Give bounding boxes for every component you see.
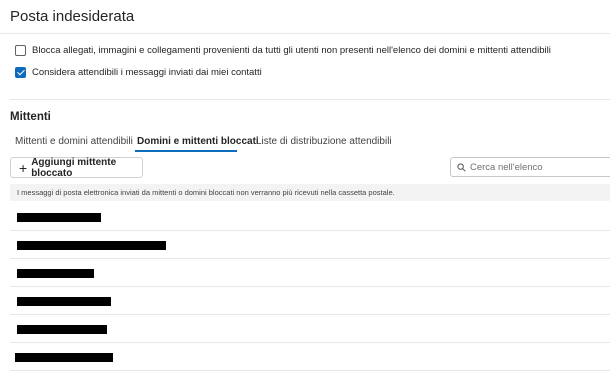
search-input[interactable]: Cerca nell'elenco — [450, 157, 610, 177]
search-placeholder: Cerca nell'elenco — [470, 161, 543, 173]
redacted-entry — [17, 297, 111, 306]
senders-heading: Mittenti — [10, 111, 51, 123]
redacted-entry — [17, 241, 166, 250]
list-item[interactable] — [10, 287, 610, 315]
list-item[interactable] — [10, 259, 610, 287]
redacted-entry — [15, 353, 113, 362]
redacted-entry — [17, 325, 107, 334]
search-icon — [457, 162, 466, 172]
divider — [10, 99, 610, 100]
list-item[interactable] — [10, 203, 610, 231]
list-item[interactable] — [10, 231, 610, 259]
redacted-entry — [17, 213, 101, 222]
tab-trusted-senders[interactable]: Mittenti e domini attendibili — [15, 136, 133, 147]
list-item[interactable] — [10, 315, 610, 343]
list-item[interactable] — [10, 343, 610, 371]
trust-contacts-label: Considera attendibili i messaggi inviati… — [32, 67, 262, 78]
info-text: I messaggi di posta elettronica inviati … — [17, 188, 395, 197]
tab-trusted-lists[interactable]: Liste di distribuzione attendibili — [256, 136, 392, 147]
redacted-entry — [17, 269, 94, 278]
block-attachments-label: Blocca allegati, immagini e collegamenti… — [32, 45, 551, 56]
blocked-info-banner: I messaggi di posta elettronica inviati … — [10, 184, 610, 201]
block-attachments-option[interactable]: Blocca allegati, immagini e collegamenti… — [15, 45, 551, 56]
tab-blocked-senders[interactable]: Domini e mittenti bloccati — [137, 136, 259, 147]
divider — [0, 33, 610, 34]
trust-contacts-option[interactable]: Considera attendibili i messaggi inviati… — [15, 67, 262, 78]
add-blocked-sender-label: Aggiungi mittente bloccato — [31, 156, 117, 179]
plus-icon: + — [19, 159, 28, 176]
add-blocked-sender-button[interactable]: + Aggiungi mittente bloccato — [10, 156, 143, 179]
page-title: Posta indesiderata — [10, 8, 135, 25]
trust-contacts-checkbox[interactable] — [15, 67, 26, 78]
active-tab-indicator — [135, 150, 237, 152]
block-attachments-checkbox[interactable] — [15, 45, 26, 56]
